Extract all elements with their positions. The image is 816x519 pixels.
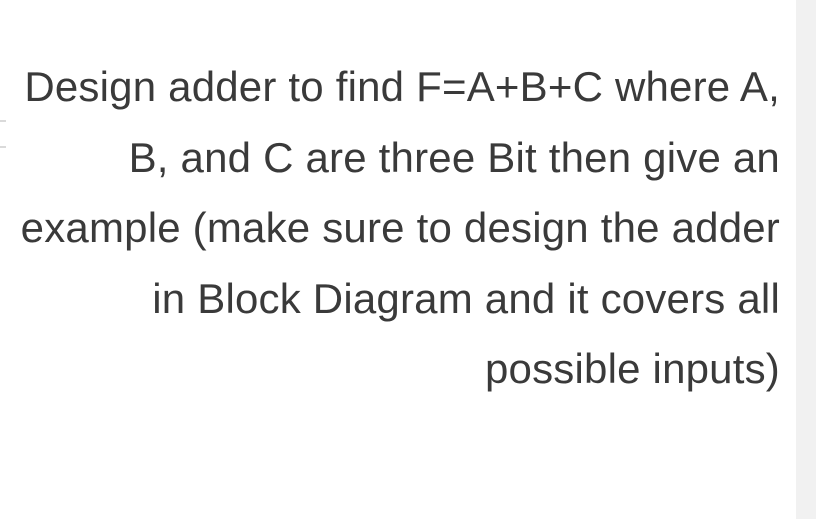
scrollbar-track[interactable] bbox=[796, 0, 816, 519]
question-content: Design adder to find F=A+B+C where A, B,… bbox=[0, 52, 780, 405]
question-text: Design adder to find F=A+B+C where A, B,… bbox=[18, 52, 780, 405]
list-marker bbox=[0, 120, 6, 148]
